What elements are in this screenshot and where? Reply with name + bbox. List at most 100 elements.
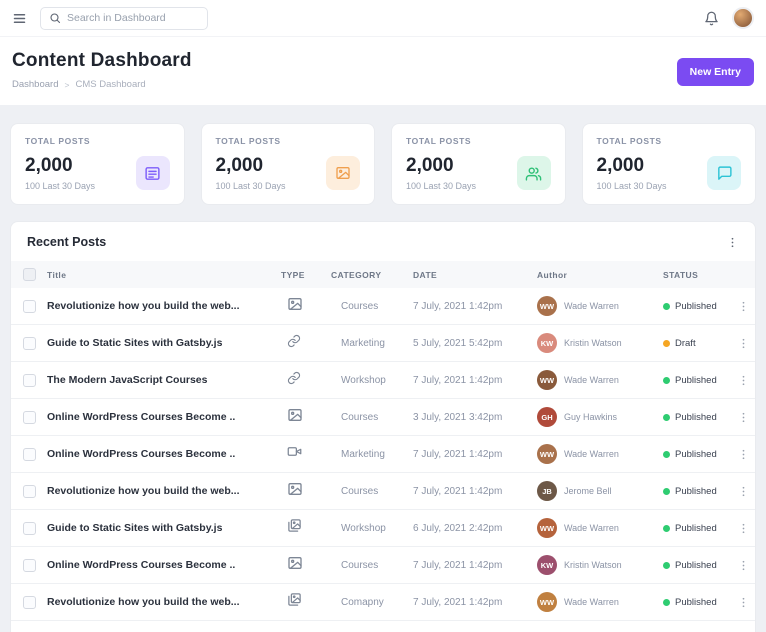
status-dot xyxy=(663,598,670,606)
search-box[interactable] xyxy=(40,6,208,30)
row-menu-icon[interactable] xyxy=(731,485,755,498)
post-title[interactable]: Online WordPress Courses Become .. xyxy=(47,411,281,423)
recent-posts-panel: Recent Posts Title TYPE CATEGORY DATE Au… xyxy=(10,221,756,632)
table-row[interactable]: Online WordPress Courses Become .. Cours… xyxy=(11,399,755,436)
author-avatar: WW xyxy=(537,518,557,538)
status-label: Published xyxy=(675,522,717,534)
row-menu-icon[interactable] xyxy=(731,596,755,609)
row-checkbox[interactable] xyxy=(22,484,36,498)
row-menu-icon[interactable] xyxy=(731,374,755,387)
stat-subtext: 100 Last 30 Days xyxy=(25,181,96,191)
post-date: 7 July, 2021 1:42pm xyxy=(413,374,503,386)
table-row[interactable]: The Modern JavaScript Courses Workshop 7… xyxy=(11,362,755,399)
gallery-icon xyxy=(287,518,302,538)
status-dot xyxy=(663,376,670,384)
stat-subtext: 100 Last 30 Days xyxy=(215,181,286,191)
post-date: 7 July, 2021 1:42pm xyxy=(413,448,503,460)
post-title[interactable]: The Modern JavaScript Courses xyxy=(47,374,281,386)
topbar xyxy=(0,0,766,36)
breadcrumb-current: CMS Dashboard xyxy=(75,79,146,90)
post-category: Marketing xyxy=(341,337,385,349)
row-checkbox[interactable] xyxy=(22,336,36,350)
stat-value: 2,000 xyxy=(406,155,454,176)
post-title[interactable]: Guide to Static Sites with Gatsby.js xyxy=(47,522,281,534)
author-name: Wade Warren xyxy=(564,449,619,459)
menu-icon[interactable] xyxy=(12,11,27,26)
gallery-icon xyxy=(287,592,302,612)
stat-label: TOTAL POSTS xyxy=(215,136,281,146)
post-date: 7 July, 2021 1:42pm xyxy=(413,596,503,608)
table-row[interactable]: Guide to Static Sites with Gatsby.js Wor… xyxy=(11,510,755,547)
table-row[interactable]: Revolutionize how you build the web... C… xyxy=(11,288,755,325)
post-title[interactable]: Revolutionize how you build the web... xyxy=(47,300,281,312)
stat-label: TOTAL POSTS xyxy=(596,136,662,146)
column-author: Author xyxy=(537,269,568,280)
row-checkbox[interactable] xyxy=(22,299,36,313)
image-icon xyxy=(287,407,303,428)
table-row[interactable]: Revolutionize how you build the web... C… xyxy=(11,584,755,621)
link-icon xyxy=(287,334,301,353)
row-menu-icon[interactable] xyxy=(731,337,755,350)
panel-more-options-icon[interactable] xyxy=(726,236,739,249)
post-date: 3 July, 2021 3:42pm xyxy=(413,411,503,423)
post-category: Workshop xyxy=(341,522,386,534)
breadcrumb-separator: > xyxy=(64,79,70,90)
author-avatar: WW xyxy=(537,370,557,390)
post-title[interactable]: Revolutionize how you build the web... xyxy=(47,485,281,497)
row-checkbox[interactable] xyxy=(22,410,36,424)
row-menu-icon[interactable] xyxy=(731,559,755,572)
select-all-checkbox[interactable] xyxy=(22,268,36,281)
status-label: Published xyxy=(675,596,717,608)
stat-subtext: 100 Last 30 Days xyxy=(596,181,667,191)
row-menu-icon[interactable] xyxy=(731,522,755,535)
bell-icon[interactable] xyxy=(704,11,719,26)
row-checkbox[interactable] xyxy=(22,521,36,535)
status-dot xyxy=(663,450,670,458)
author-avatar: WW xyxy=(537,592,557,612)
post-category: Comapny xyxy=(341,596,384,608)
author-avatar: WW xyxy=(537,296,557,316)
table-row[interactable]: Guide to Static Sites with Gatsby.js Mar… xyxy=(11,325,755,362)
author-name: Jerome Bell xyxy=(564,486,612,496)
author-name: Wade Warren xyxy=(564,523,619,533)
author-avatar: JB xyxy=(537,481,557,501)
post-title[interactable]: Guide to Static Sites with Gatsby.js xyxy=(47,337,281,349)
table-row[interactable]: Online WordPress Courses Become .. Cours… xyxy=(11,547,755,584)
post-date: 7 July, 2021 1:42pm xyxy=(413,559,503,571)
panel-title: Recent Posts xyxy=(27,235,107,249)
stat-value: 2,000 xyxy=(25,155,73,176)
row-menu-icon[interactable] xyxy=(731,300,755,313)
table-row[interactable]: Online WordPress Courses Become .. Marke… xyxy=(11,436,755,473)
panel-header: Recent Posts xyxy=(11,222,755,261)
breadcrumb-dashboard[interactable]: Dashboard xyxy=(12,79,58,90)
image-icon xyxy=(287,296,303,317)
row-menu-icon[interactable] xyxy=(731,448,755,461)
status-label: Published xyxy=(675,374,717,386)
column-status: STATUS xyxy=(663,269,699,280)
message-icon xyxy=(707,156,741,190)
post-title[interactable]: Revolutionize how you build the web... xyxy=(47,596,281,608)
image-icon xyxy=(287,481,303,502)
new-entry-button[interactable]: New Entry xyxy=(676,58,754,86)
author-name: Wade Warren xyxy=(564,597,619,607)
stat-value: 2,000 xyxy=(596,155,645,176)
row-checkbox[interactable] xyxy=(22,595,36,609)
row-menu-icon[interactable] xyxy=(731,411,755,424)
row-checkbox[interactable] xyxy=(22,373,36,387)
search-input[interactable] xyxy=(67,12,199,24)
page-header: Content Dashboard Dashboard > CMS Dashbo… xyxy=(0,36,766,105)
video-icon xyxy=(287,444,302,464)
post-title[interactable]: Online WordPress Courses Become .. xyxy=(47,448,281,460)
author-name: Kristin Watson xyxy=(564,560,622,570)
row-checkbox[interactable] xyxy=(22,558,36,572)
stat-label: TOTAL POSTS xyxy=(25,136,91,146)
row-checkbox[interactable] xyxy=(22,447,36,461)
column-type: TYPE xyxy=(281,269,305,280)
post-title[interactable]: Online WordPress Courses Become .. xyxy=(47,559,281,571)
stat-card: TOTAL POSTS 2,000 100 Last 30 Days xyxy=(391,123,566,205)
table-row[interactable]: Revolutionize how you build the web... C… xyxy=(11,473,755,510)
user-avatar[interactable] xyxy=(732,7,754,29)
table-body: Revolutionize how you build the web... C… xyxy=(11,288,755,621)
table-header: Title TYPE CATEGORY DATE Author STATUS xyxy=(11,261,755,288)
author-name: Kristin Watson xyxy=(564,338,622,348)
